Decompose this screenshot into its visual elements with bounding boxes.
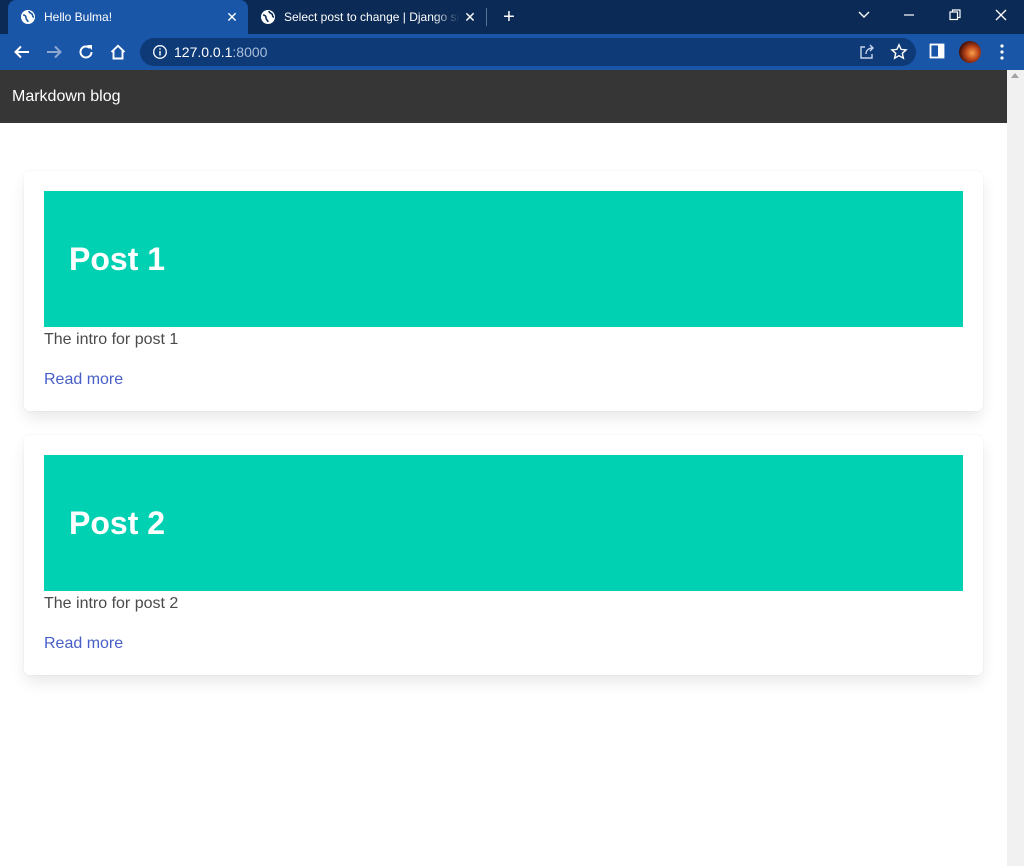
bookmark-star-icon[interactable] <box>890 43 908 61</box>
read-more-link[interactable]: Read more <box>44 371 123 389</box>
post-hero: Post 2 <box>44 455 963 591</box>
url-host: 127.0.0.1 <box>174 44 233 60</box>
share-icon[interactable] <box>858 43 876 61</box>
tab-separator <box>486 8 487 26</box>
tab-django-admin[interactable]: Select post to change | Django site admi… <box>250 0 486 34</box>
address-bar[interactable]: 127.0.0.1:8000 <box>140 38 916 66</box>
tab-title: Hello Bulma! <box>44 10 113 24</box>
browser-toolbar: 127.0.0.1:8000 <box>0 34 1024 70</box>
close-window-icon[interactable] <box>978 0 1024 30</box>
post-title: Post 2 <box>69 505 166 541</box>
tab-hello-bulma[interactable]: Hello Bulma! ✕ <box>8 0 248 34</box>
post-intro: The intro for post 2 <box>44 595 179 612</box>
url-port: :8000 <box>232 44 268 60</box>
reload-icon[interactable] <box>76 42 96 62</box>
close-tab-icon[interactable]: ✕ <box>222 7 242 27</box>
tab-search-icon[interactable] <box>841 0 887 30</box>
post-intro: The intro for post 1 <box>44 331 179 348</box>
post-title: Post 1 <box>69 241 166 277</box>
forward-icon[interactable] <box>44 42 64 62</box>
globe-icon <box>20 9 36 25</box>
brand-link[interactable]: Markdown blog <box>12 88 121 106</box>
site-info-icon[interactable] <box>152 44 168 60</box>
minimize-icon[interactable] <box>886 0 932 30</box>
navbar: Markdown blog <box>0 70 1007 123</box>
url-text[interactable]: 127.0.0.1:8000 <box>174 44 267 60</box>
page-viewport: Markdown blog Post 1 The intro for post … <box>0 70 1024 866</box>
vertical-scrollbar[interactable] <box>1007 70 1024 866</box>
read-more-link[interactable]: Read more <box>44 635 123 653</box>
home-icon[interactable] <box>108 42 128 62</box>
back-icon[interactable] <box>12 42 32 62</box>
more-menu-icon[interactable] <box>994 43 1010 61</box>
post-hero: Post 1 <box>44 191 963 327</box>
profile-avatar[interactable] <box>959 41 981 63</box>
globe-icon <box>260 9 276 25</box>
scroll-up-arrow-icon[interactable] <box>1011 73 1019 78</box>
new-tab-button[interactable]: + <box>498 6 520 28</box>
post-card: Post 2 The intro for post 2 Read more <box>24 435 983 675</box>
close-tab-icon[interactable]: ✕ <box>460 7 480 27</box>
side-panel-icon[interactable] <box>929 43 945 59</box>
post-card: Post 1 The intro for post 1 Read more <box>24 171 983 411</box>
browser-tabstrip: Hello Bulma! ✕ Select post to change | D… <box>0 0 1024 34</box>
restore-icon[interactable] <box>932 0 978 30</box>
tab-title: Select post to change | Django site admi… <box>284 10 460 24</box>
